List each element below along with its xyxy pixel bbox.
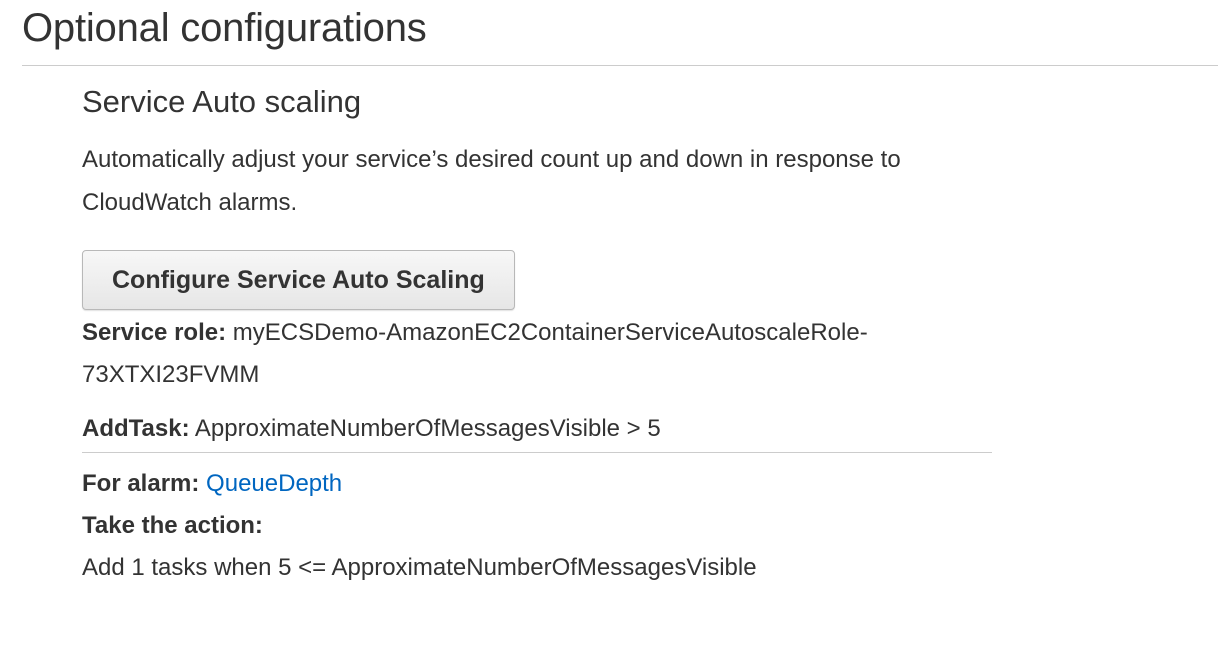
alarm-link[interactable]: QueueDepth xyxy=(206,470,342,497)
scaling-policy-header: AddTask: ApproximateNumberOfMessagesVisi… xyxy=(82,408,992,453)
service-role-label: Service role: xyxy=(82,319,227,346)
service-auto-scaling-section: Service Auto scaling Automatically adjus… xyxy=(82,80,1002,589)
policy-condition: ApproximateNumberOfMessagesVisible > 5 xyxy=(194,415,661,442)
policy-action: Add 1 tasks when 5 <= ApproximateNumberO… xyxy=(82,554,757,581)
alarm-label: For alarm: xyxy=(82,470,200,497)
page-title: Optional configurations xyxy=(22,6,427,50)
action-label: Take the action: xyxy=(82,512,263,539)
title-divider xyxy=(22,65,1218,66)
policy-alarm: For alarm: QueueDepth xyxy=(82,463,1002,505)
optional-configurations-page: Optional configurations Service Auto sca… xyxy=(0,0,1218,656)
policy-name-label: AddTask: xyxy=(82,415,190,442)
service-role: Service role: myECSDemo-AmazonEC2Contain… xyxy=(82,312,902,396)
policy-action-label-row: Take the action: xyxy=(82,505,1002,547)
section-subtitle: Service Auto scaling xyxy=(82,84,362,119)
configure-service-auto-scaling-button[interactable]: Configure Service Auto Scaling xyxy=(82,250,515,310)
section-description: Automatically adjust your service’s desi… xyxy=(82,146,901,216)
